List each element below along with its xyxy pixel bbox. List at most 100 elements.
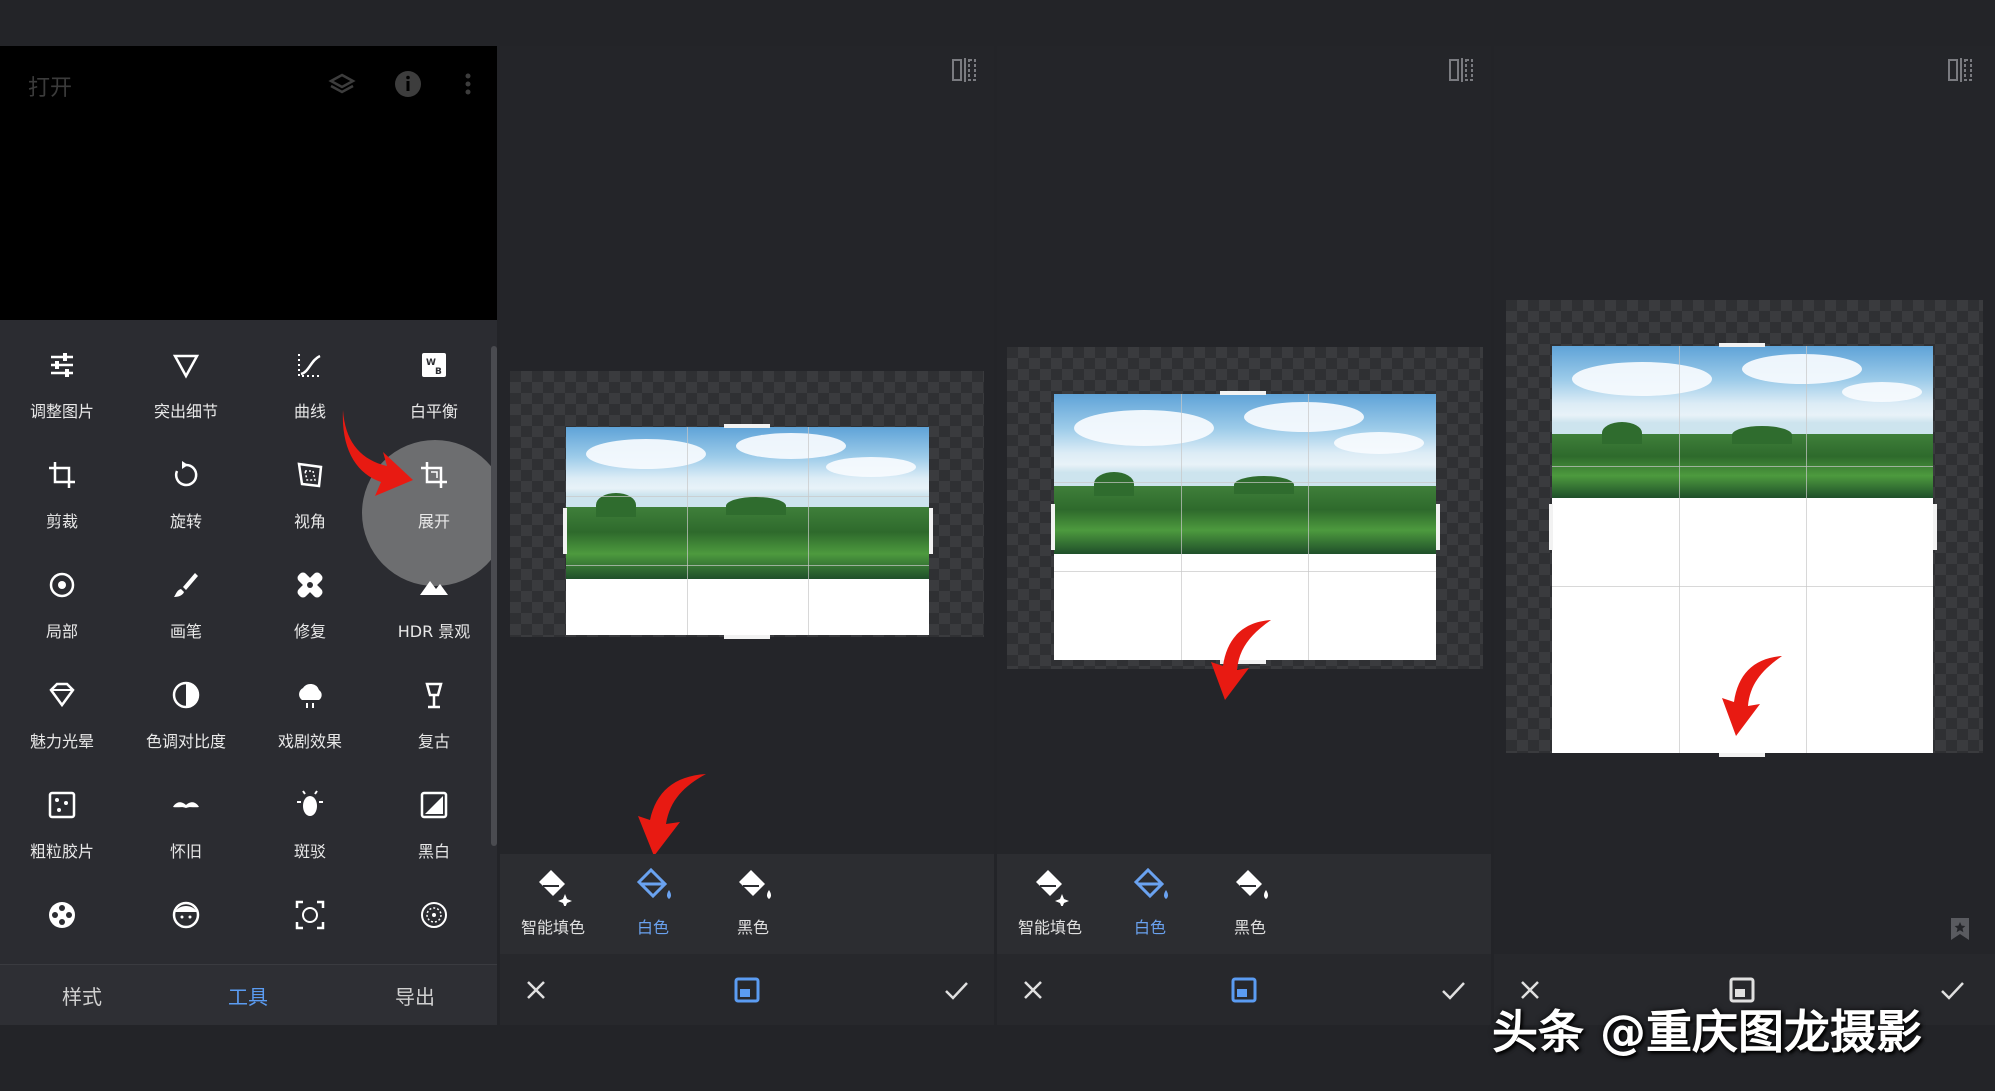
tab-export[interactable]: 导出: [355, 981, 475, 1010]
right-drag-handle[interactable]: [1436, 504, 1440, 550]
black-white-icon: [420, 791, 448, 819]
compare-icon[interactable]: [1447, 56, 1475, 84]
smart-fill-button[interactable]: 智能填色: [1000, 866, 1100, 938]
aspect-ratio-icon[interactable]: [731, 974, 763, 1006]
tool-glamour-glow[interactable]: 魅力光晕: [0, 666, 124, 776]
tools-scrollbar[interactable]: [491, 346, 497, 846]
grunge-icon: [297, 790, 323, 816]
vintage-icon: [425, 682, 443, 709]
glamour-glow-icon: [49, 682, 75, 708]
image-preview-area: 打开: [0, 46, 497, 320]
expand-icon: [421, 462, 447, 488]
sliders-icon: [51, 353, 73, 377]
right-drag-handle[interactable]: [929, 508, 933, 554]
brush-icon: [174, 573, 198, 597]
red-arrow-annotation: [1211, 620, 1271, 700]
tool-label: 视角: [293, 512, 326, 531]
tool-label: 旋转: [169, 512, 202, 531]
triangle-icon: [172, 354, 200, 379]
expand-panel-3: [1494, 46, 1995, 1025]
tool-selective[interactable]: 局部: [0, 556, 124, 666]
tool-rotate[interactable]: 旋转: [124, 446, 248, 556]
tool-label: 突出细节: [153, 402, 218, 421]
tool-grainy-film[interactable]: 粗粒胶片: [0, 776, 124, 886]
black-fill-icon: [739, 870, 771, 899]
compare-icon[interactable]: [950, 56, 978, 84]
tool-label: 局部: [45, 622, 78, 641]
rotate-icon: [174, 461, 198, 487]
tool-label: 修复: [293, 622, 326, 641]
tab-tools[interactable]: 工具: [188, 981, 308, 1010]
tool-label: 调整图片: [29, 402, 94, 421]
top-drag-handle[interactable]: [1220, 391, 1266, 395]
left-drag-handle[interactable]: [563, 508, 567, 554]
tool-label: 色调对比度: [145, 732, 226, 751]
svg-text:B: B: [435, 367, 442, 377]
open-button[interactable]: 打开: [28, 70, 72, 102]
smart-fill-icon: [1036, 870, 1069, 906]
apply-check-icon[interactable]: [1936, 974, 1968, 1006]
face-detect-icon: [295, 900, 325, 930]
expand-panel-1: 智能填色 白色 黑色: [500, 46, 994, 1025]
tool-crop[interactable]: 剪裁: [0, 446, 124, 556]
tool-label: 复古: [417, 732, 450, 751]
tool-label: 怀旧: [169, 842, 202, 861]
cancel-close-icon[interactable]: [520, 974, 552, 1006]
apply-check-icon[interactable]: [1437, 974, 1469, 1006]
grainy-film-icon: [48, 791, 76, 819]
black-fill-button[interactable]: 黑色: [703, 866, 803, 938]
fill-options-bar: 智能填色 白色 黑色: [997, 854, 1491, 954]
white-fill-icon: [1133, 867, 1168, 899]
tool-brush[interactable]: 画笔: [124, 556, 248, 666]
tool-vintage[interactable]: 复古: [372, 666, 496, 776]
red-arrow-annotation: [1722, 656, 1782, 736]
apply-check-icon[interactable]: [940, 974, 972, 1006]
right-drag-handle[interactable]: [1933, 504, 1937, 550]
photo-preview: [566, 427, 929, 635]
tool-label: 展开: [417, 512, 450, 531]
tool-sliders[interactable]: 调整图片: [0, 336, 124, 446]
perspective-icon: [297, 462, 323, 488]
tool-drama[interactable]: 戏剧效果: [248, 666, 372, 776]
top-drag-handle[interactable]: [724, 424, 770, 428]
compare-icon[interactable]: [1946, 56, 1974, 84]
smart-fill-button[interactable]: 智能填色: [503, 866, 603, 938]
tool-triangle[interactable]: 突出细节: [124, 336, 248, 446]
tools-panel: 打开 调整图片 突出细节 曲线 W B 白平衡 剪裁 旋转 视角 展开 局部 画笔 修复 HDR 景观 魅力…: [0, 46, 497, 1025]
healing-icon: [297, 572, 323, 598]
tool-grunge[interactable]: 斑驳: [248, 776, 372, 886]
cancel-close-icon[interactable]: [1017, 974, 1049, 1006]
tool-black-white[interactable]: 黑白: [372, 776, 496, 886]
white-fill-button[interactable]: 白色: [1100, 866, 1200, 938]
tool-retrolux[interactable]: 怀旧: [124, 776, 248, 886]
white-fill-button[interactable]: 白色: [603, 866, 703, 938]
tool-label: 画笔: [169, 622, 202, 641]
bottom-drag-handle[interactable]: [1719, 753, 1765, 757]
top-drag-handle[interactable]: [1719, 343, 1765, 347]
hdr-icon: [420, 581, 448, 595]
left-drag-handle[interactable]: [1549, 504, 1553, 550]
red-arrow-annotation: [342, 410, 413, 496]
bottom-drag-handle[interactable]: [724, 635, 770, 639]
double-exposure-icon: [421, 902, 447, 928]
info-icon[interactable]: [390, 66, 426, 102]
aspect-ratio-icon[interactable]: [1228, 974, 1260, 1006]
layers-undo-icon[interactable]: [324, 66, 360, 102]
tool-tonal-contrast[interactable]: 色调对比度: [124, 666, 248, 776]
white-balance-icon: WB: [422, 353, 446, 377]
tool-hdr[interactable]: HDR 景观: [372, 556, 496, 666]
tool-healing[interactable]: 修复: [248, 556, 372, 666]
black-fill-button[interactable]: 黑色: [1200, 866, 1300, 938]
bookmark-star-icon[interactable]: [1948, 916, 1972, 942]
action-bar: [997, 954, 1491, 1025]
drama-icon: [299, 683, 322, 708]
film-reel-icon: [49, 902, 75, 928]
tool-label: 戏剧效果: [277, 732, 342, 751]
tool-label: 粗粒胶片: [29, 842, 94, 861]
white-fill-icon: [636, 867, 671, 899]
tool-label: 魅力光晕: [29, 732, 94, 751]
left-drag-handle[interactable]: [1051, 504, 1055, 550]
tab-styles[interactable]: 样式: [22, 981, 142, 1010]
more-menu-icon[interactable]: [450, 66, 486, 102]
watermark-text: 头条 @重庆图龙摄影: [1492, 1005, 1923, 1059]
